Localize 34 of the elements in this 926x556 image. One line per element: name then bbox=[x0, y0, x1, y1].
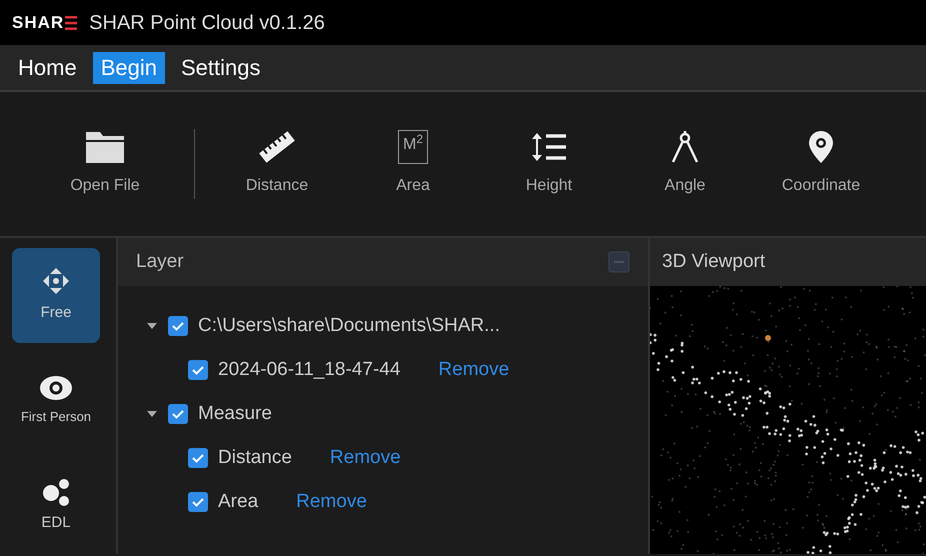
checkbox[interactable] bbox=[188, 448, 208, 468]
dots-icon bbox=[41, 478, 71, 506]
tree-item-label: 2024-06-11_18-47-44 bbox=[218, 358, 400, 382]
menu-tab[interactable]: Settings bbox=[172, 52, 268, 84]
tool-button[interactable]: Coordinate bbox=[753, 130, 889, 198]
tool-button[interactable]: M$^{2}$ Area bbox=[345, 130, 481, 198]
mode-button[interactable]: EDL bbox=[12, 458, 100, 554]
area-icon: M$^{2}$ bbox=[398, 130, 428, 164]
menu-tab[interactable]: Home bbox=[10, 52, 85, 84]
tree-item-label: Distance bbox=[218, 446, 292, 470]
remove-link[interactable]: Remove bbox=[438, 356, 510, 384]
window-title: SHAR Point Cloud v0.1.26 bbox=[89, 10, 325, 36]
menu-tab[interactable]: Begin bbox=[92, 52, 165, 84]
checkbox[interactable] bbox=[168, 404, 188, 424]
app-logo: SHAR bbox=[12, 10, 78, 36]
panel-title: 3D Viewport bbox=[662, 250, 766, 274]
move-icon bbox=[41, 266, 71, 296]
tree-item-label: C:\Users\share\Documents\SHAR... bbox=[198, 314, 500, 338]
tool-button[interactable]: Angle bbox=[617, 130, 753, 198]
tree-item-label: Area bbox=[218, 490, 258, 514]
mode-button[interactable]: First Person bbox=[12, 353, 100, 449]
tree-item-label: Measure bbox=[198, 402, 272, 426]
tool-button[interactable]: Open File bbox=[30, 130, 180, 198]
tool-button[interactable]: Distance bbox=[209, 130, 345, 198]
tool-button[interactable]: Height bbox=[481, 130, 617, 198]
eye-icon bbox=[39, 375, 73, 402]
folder-icon bbox=[85, 130, 125, 164]
remove-link[interactable]: Remove bbox=[296, 488, 367, 516]
checkbox[interactable] bbox=[168, 316, 188, 336]
panel-title: Layer bbox=[136, 250, 184, 274]
mode-button[interactable]: Free bbox=[12, 248, 100, 344]
checkbox[interactable] bbox=[188, 360, 208, 380]
checkbox[interactable] bbox=[188, 492, 208, 512]
remove-link[interactable]: Remove bbox=[330, 444, 401, 472]
